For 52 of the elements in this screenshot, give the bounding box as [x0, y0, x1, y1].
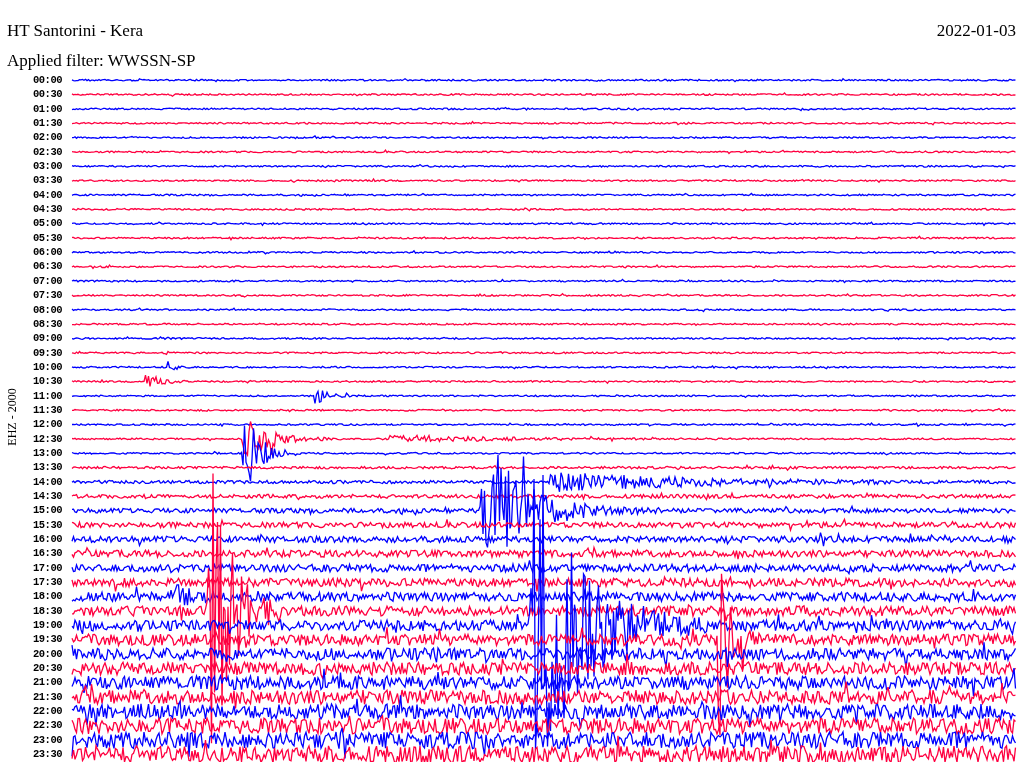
time-label: 18:30: [33, 603, 62, 619]
time-label: 19:00: [33, 618, 62, 633]
time-label: 23:30: [33, 747, 62, 762]
time-label: 12:30: [33, 431, 62, 446]
station-title: HT Santorini - Kera: [7, 21, 144, 41]
time-label: 09:00: [33, 331, 62, 346]
time-label: 05:30: [33, 230, 62, 246]
time-label: 16:30: [33, 546, 62, 561]
time-label: 15:00: [33, 503, 62, 518]
time-label: 10:00: [33, 359, 62, 375]
time-label: 08:00: [33, 302, 62, 317]
time-label: 07:30: [33, 288, 62, 303]
time-label: 00:00: [33, 73, 62, 88]
time-label: 14:00: [33, 474, 62, 489]
time-label: 01:00: [33, 101, 62, 117]
time-label: 22:00: [33, 704, 62, 719]
filter-label: Applied filter: WWSSN-SP: [7, 51, 196, 71]
time-label: 02:30: [33, 144, 62, 160]
time-label: 07:00: [33, 273, 62, 289]
time-label: 20:00: [33, 646, 62, 662]
time-label: 19:30: [33, 632, 62, 647]
time-label: 02:00: [33, 130, 62, 145]
time-label: 09:30: [33, 345, 62, 360]
time-label: 21:30: [33, 689, 62, 705]
time-label: 14:30: [33, 488, 62, 504]
axis-label: EHZ - 2000: [5, 388, 19, 447]
time-label: 16:00: [33, 532, 62, 547]
time-label: 00:30: [33, 87, 62, 102]
time-label: 15:30: [33, 517, 62, 532]
time-label: 11:30: [33, 402, 62, 418]
time-label: 03:00: [33, 159, 62, 174]
time-label: 17:00: [33, 560, 62, 576]
time-label: 13:00: [33, 445, 62, 461]
time-label: 01:30: [33, 116, 62, 131]
date-label: 2022-01-03: [936, 21, 1016, 41]
time-label: 03:30: [33, 173, 62, 188]
time-label: 17:30: [33, 575, 62, 590]
time-label: 04:30: [33, 202, 62, 217]
time-label: 05:00: [33, 216, 62, 231]
time-label: 18:00: [33, 589, 62, 604]
time-label: 20:30: [33, 661, 62, 676]
time-label: 13:30: [33, 460, 62, 475]
time-label: 21:00: [33, 675, 62, 690]
time-label: 06:00: [33, 245, 62, 260]
time-label: 08:30: [33, 316, 62, 332]
time-label: 10:30: [33, 374, 62, 389]
time-label: 11:00: [33, 388, 62, 403]
time-label: 12:00: [33, 417, 62, 432]
time-label: 04:00: [33, 187, 62, 203]
time-label: 06:30: [33, 259, 62, 274]
time-label: 22:30: [33, 718, 62, 733]
time-label: 23:00: [33, 732, 62, 748]
